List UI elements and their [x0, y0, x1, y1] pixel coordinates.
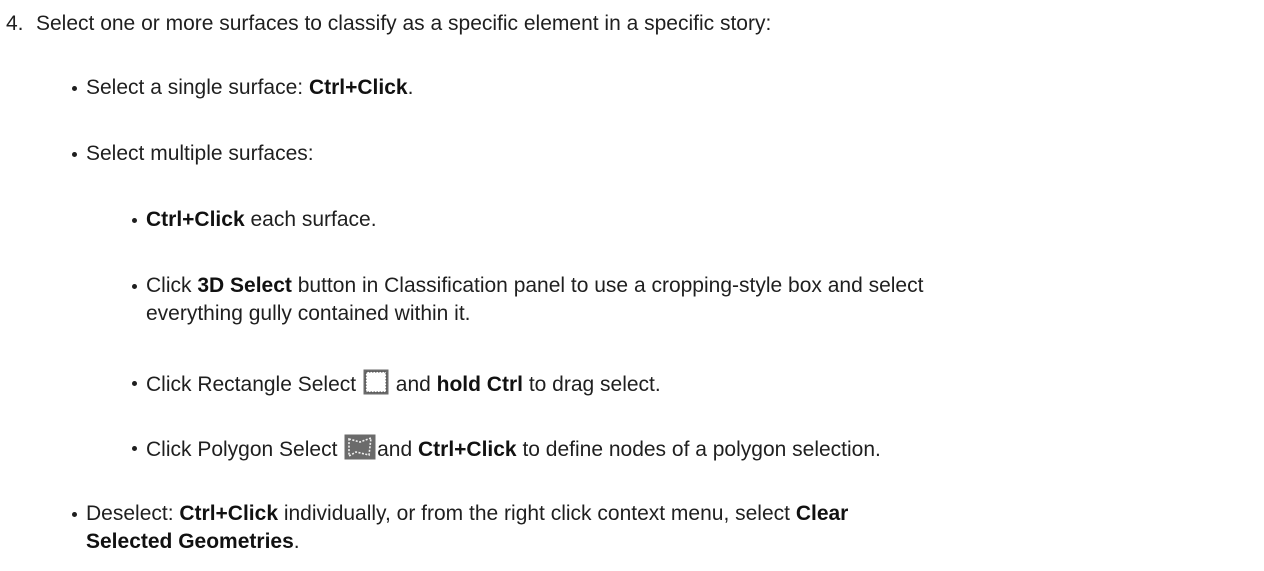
sub-bullet-rectangle-select: Click Rectangle Select and hold Ctrl to …: [132, 369, 661, 399]
bullet-text: .: [293, 530, 300, 553]
bullet-single-surface: Select a single surface: Ctrl+Click.: [72, 74, 414, 102]
shortcut-text: Ctrl+Click: [179, 502, 278, 525]
bullet-dot: [132, 284, 137, 289]
step-number: 4.: [6, 12, 24, 35]
menu-item-text: Selected Geometries: [86, 530, 294, 553]
shortcut-text: hold Ctrl: [436, 373, 523, 396]
bullet-text: everything gully contained within it.: [146, 302, 471, 325]
bullet-dot: [72, 86, 77, 91]
bullet-dot: [132, 218, 137, 223]
step-text: Select one or more surfaces to classify …: [36, 12, 772, 35]
bullet-text: .: [407, 76, 414, 99]
bullet-text: Select multiple surfaces:: [86, 142, 314, 165]
rectangle-select-icon: [363, 369, 389, 395]
bullet-text: to drag select.: [522, 373, 661, 396]
shortcut-text: Ctrl+Click: [417, 438, 517, 461]
bullet-text: button in Classification panel to use a …: [291, 274, 924, 297]
bullet-text: Select a single surface:: [86, 76, 309, 99]
polygon-select-icon: [344, 434, 376, 460]
bullet-deselect: Deselect: Ctrl+Click individually, or fr…: [72, 500, 1246, 556]
bullet-dot: [72, 152, 77, 157]
menu-item-text: Clear: [795, 502, 849, 525]
bullet-dot: [72, 512, 77, 517]
bullet-text: each surface.: [244, 208, 377, 231]
bullet-text: individually, or from the right click co…: [278, 502, 796, 525]
bullet-multiple-surfaces: Select multiple surfaces:: [72, 140, 314, 168]
bullet-dot: [132, 381, 137, 386]
sub-bullet-3d-select: Click 3D Select button in Classification…: [132, 272, 1246, 328]
bullet-text: and: [389, 373, 437, 396]
bullet-text: Deselect:: [86, 502, 180, 525]
sub-bullet-ctrl-click: Ctrl+Click each surface.: [132, 206, 377, 234]
bullet-text: to define nodes of a polygon selection.: [516, 438, 881, 461]
bullet-text: Click Rectangle Select: [146, 373, 362, 396]
bullet-text: Click: [146, 274, 198, 297]
shortcut-text: Ctrl+Click: [146, 208, 245, 231]
bullet-dot: [132, 446, 137, 451]
shortcut-text: Ctrl+Click: [308, 76, 408, 99]
button-name-text: 3D Select: [197, 274, 292, 297]
sub-bullet-polygon-select: Click Polygon Select and Ctrl+Click to d…: [132, 434, 881, 464]
bullet-text: Click Polygon Select: [146, 438, 344, 461]
bullet-text: and: [371, 438, 418, 461]
